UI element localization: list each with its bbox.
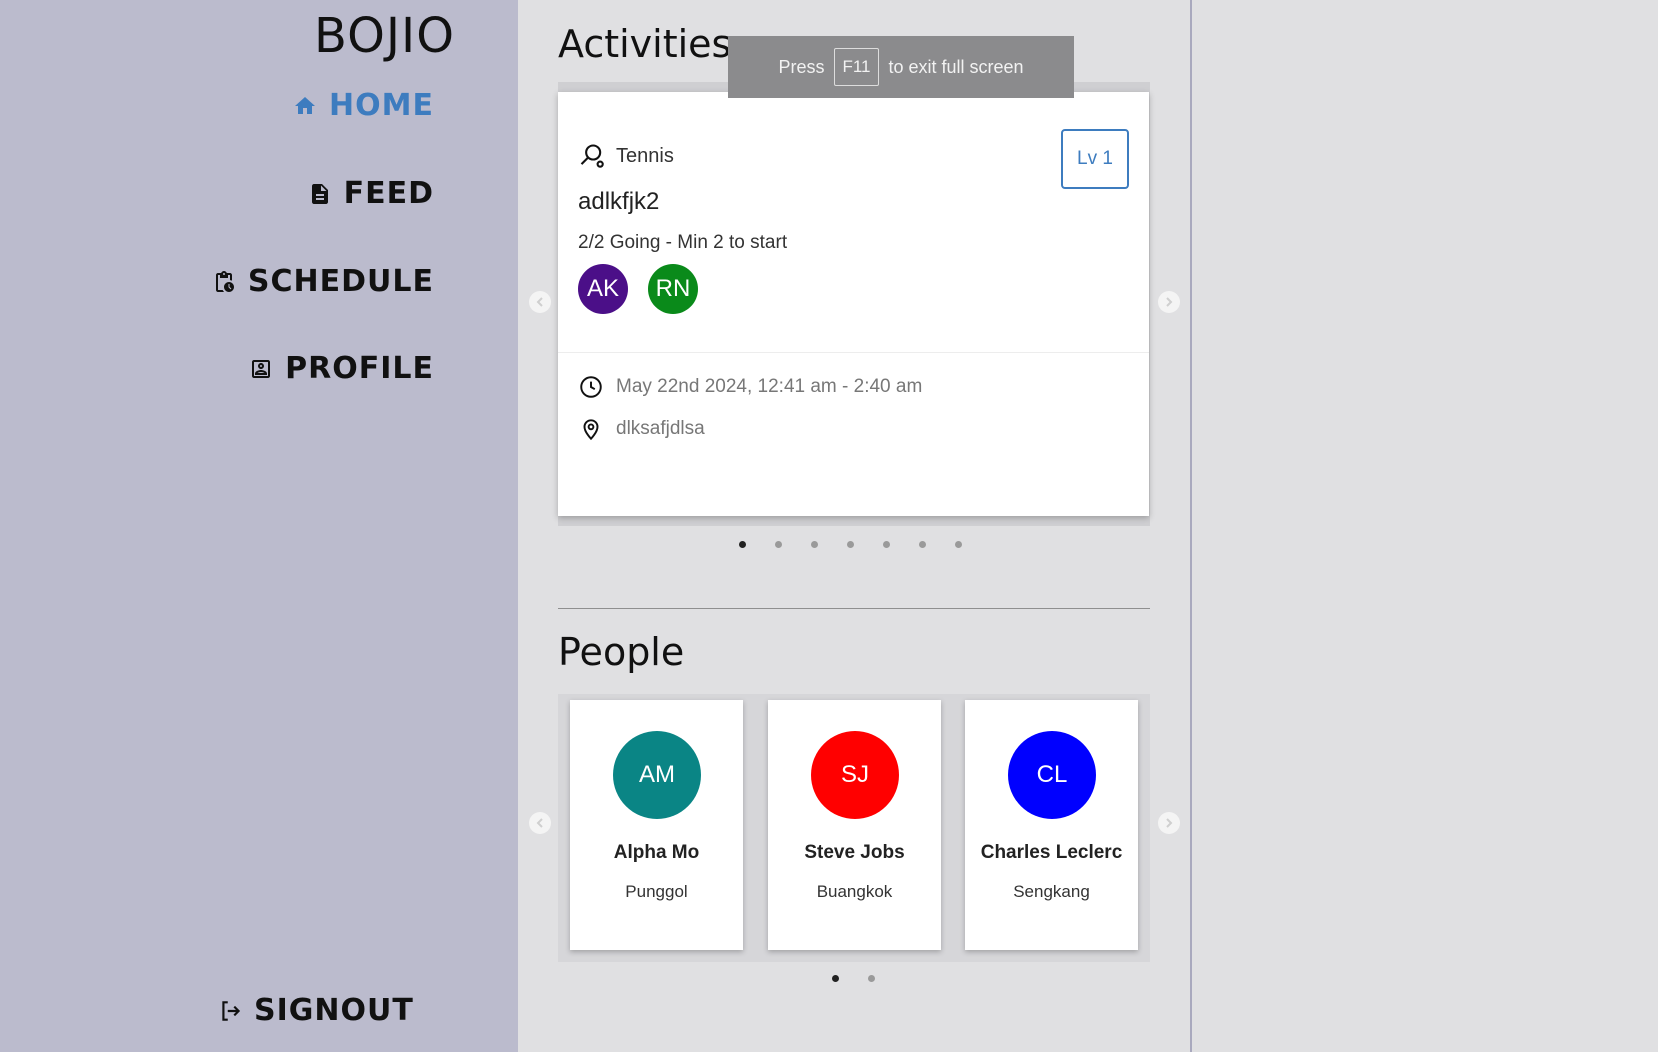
person-name: Charles Leclerc: [980, 842, 1123, 863]
chevron-left-icon: [536, 297, 543, 307]
participant-avatars: AK RN: [578, 264, 698, 314]
nav-schedule-label: SCHEDULE: [247, 264, 434, 299]
level-badge[interactable]: Lv 1: [1061, 129, 1129, 189]
chevron-right-icon: [1166, 818, 1173, 828]
nav-profile-label: PROFILE: [285, 351, 434, 386]
nav-feed[interactable]: FEED: [308, 176, 434, 211]
activity-location: dlksafjdlsa: [616, 418, 705, 439]
pagination-dot[interactable]: [919, 541, 926, 548]
activities-next-button[interactable]: [1158, 291, 1180, 313]
pagination-dot[interactable]: [955, 541, 962, 548]
nav-feed-label: FEED: [343, 176, 434, 211]
article-icon: [311, 183, 328, 204]
person-card[interactable]: SJ Steve Jobs Buangkok: [768, 700, 941, 950]
activities-heading: Activities: [558, 22, 732, 66]
person-avatar: AM: [613, 731, 701, 819]
nav-home-label: HOME: [329, 88, 434, 123]
pagination-dot[interactable]: [832, 975, 839, 982]
schedule-clipboard-icon: [215, 270, 234, 292]
home-icon: [295, 96, 316, 114]
person-card[interactable]: CL Charles Leclerc Sengkang: [965, 700, 1138, 950]
people-heading: People: [558, 630, 685, 674]
person-avatar: CL: [1008, 731, 1096, 819]
section-divider: [558, 608, 1150, 609]
account-box-icon: [252, 359, 271, 378]
person-location: Punggol: [625, 882, 688, 901]
signout-button[interactable]: SIGNOUT: [218, 993, 414, 1028]
brand-logo: BOJIO: [314, 8, 455, 64]
sport-label: Tennis: [616, 144, 674, 167]
toast-key: F11: [834, 48, 879, 86]
pagination-dot[interactable]: [847, 541, 854, 548]
person-location: Buangkok: [816, 882, 893, 901]
activity-time-row: May 22nd 2024, 12:41 am - 2:40 am: [578, 374, 922, 400]
pagination-dot[interactable]: [868, 975, 875, 982]
pagination-dot[interactable]: [775, 541, 782, 548]
clock-icon: [580, 376, 602, 398]
person-avatar: SJ: [811, 731, 899, 819]
person-name: Alpha Mo: [613, 842, 700, 863]
people-next-button[interactable]: [1158, 812, 1180, 834]
activity-card[interactable]: Tennis Lv 1 adlkfjk2 2/2 Going - Min 2 t…: [558, 92, 1149, 516]
activities-prev-button[interactable]: [529, 291, 551, 313]
pagination-dot[interactable]: [883, 541, 890, 548]
pagination-dot[interactable]: [811, 541, 818, 548]
activity-time: May 22nd 2024, 12:41 am - 2:40 am: [616, 376, 923, 397]
person-name: Steve Jobs: [804, 842, 905, 863]
sidebar: BOJIO HOME FEED SCHEDULE PROFILE SIGNOUT: [0, 0, 518, 1052]
sport-row: Tennis: [578, 142, 674, 170]
toast-rest: to exit full screen: [888, 56, 1024, 77]
activity-location-row: dlksafjdlsa: [578, 416, 705, 442]
people-pagination: [832, 975, 875, 982]
participant-avatar[interactable]: AK: [578, 264, 628, 314]
right-pane: [1192, 0, 1658, 1052]
person-location: Sengkang: [1013, 882, 1090, 901]
activity-name: adlkfjk2: [578, 188, 660, 215]
toast-press: Press: [778, 56, 825, 77]
activity-going-status: 2/2 Going - Min 2 to start: [578, 232, 788, 253]
card-divider: [558, 352, 1149, 353]
people-prev-button[interactable]: [529, 812, 551, 834]
chevron-right-icon: [1166, 297, 1173, 307]
tennis-racket-icon: [580, 144, 604, 168]
participant-avatar[interactable]: RN: [648, 264, 698, 314]
chevron-left-icon: [536, 818, 543, 828]
fullscreen-toast: Press F11 to exit full screen: [728, 36, 1074, 98]
nav-profile[interactable]: PROFILE: [249, 351, 434, 386]
person-card[interactable]: AM Alpha Mo Punggol: [570, 700, 743, 950]
signout-label: SIGNOUT: [254, 993, 414, 1028]
location-pin-icon: [583, 419, 599, 441]
nav-schedule[interactable]: SCHEDULE: [212, 264, 434, 299]
pagination-dot[interactable]: [739, 541, 746, 548]
logout-icon: [222, 1000, 241, 1021]
nav-home[interactable]: HOME: [293, 88, 434, 123]
activities-pagination: [739, 541, 962, 548]
